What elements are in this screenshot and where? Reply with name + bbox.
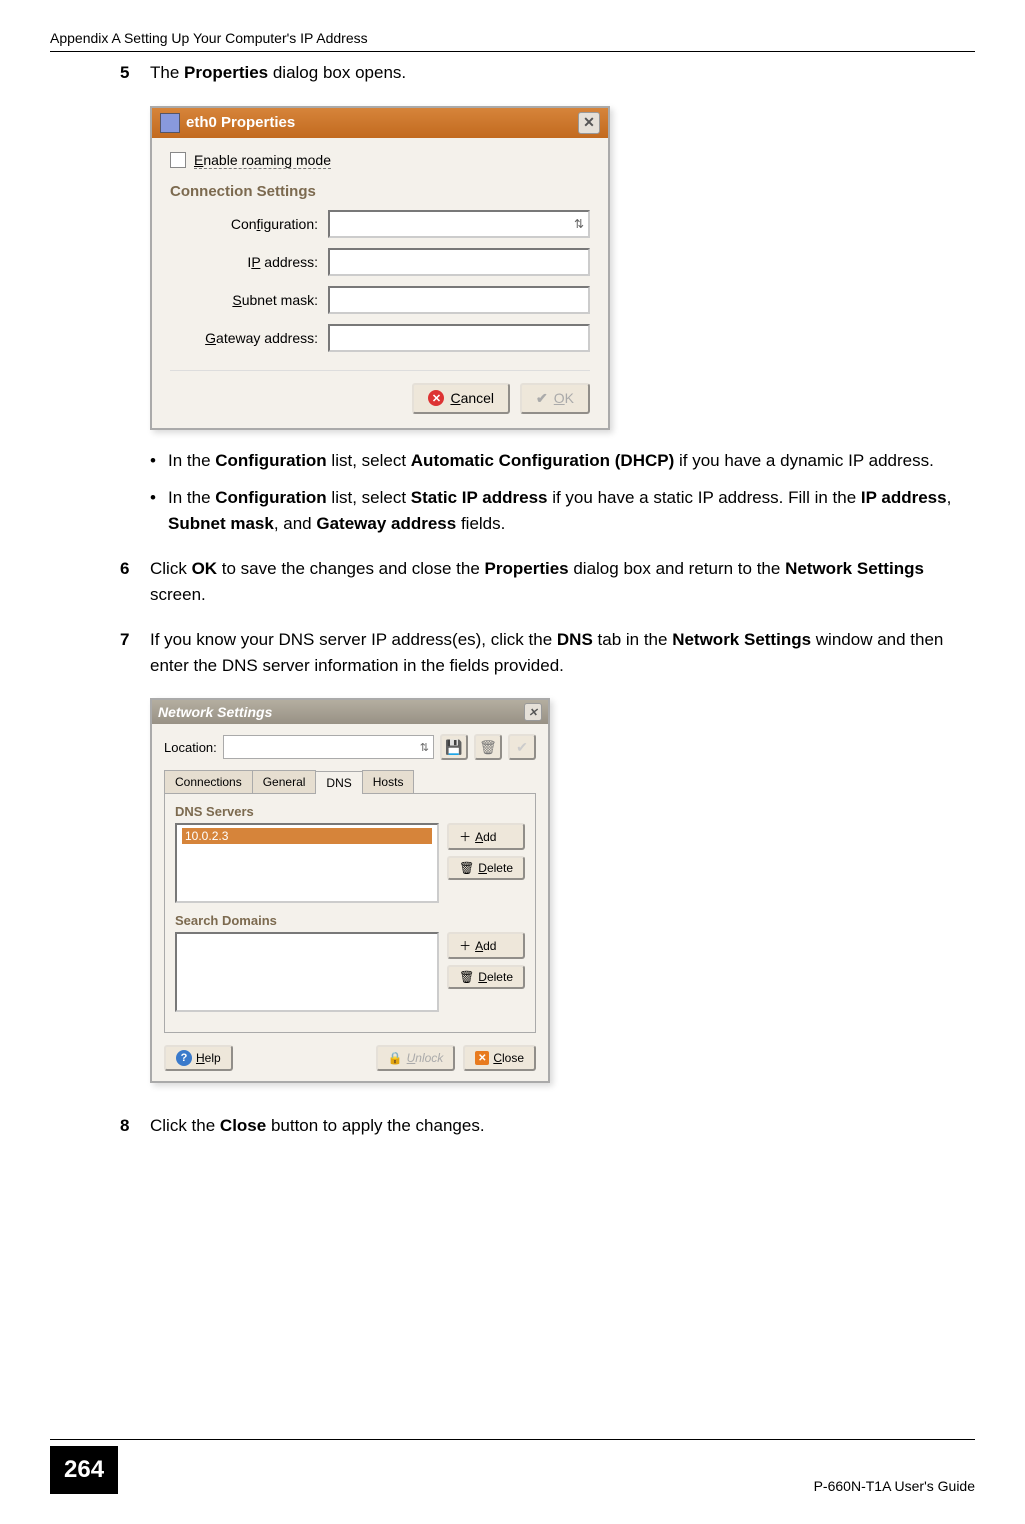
configuration-dropdown[interactable]: ⇅: [328, 210, 590, 238]
location-dropdown[interactable]: ⇅: [223, 735, 434, 759]
configuration-label: Configuration:: [188, 216, 328, 232]
dialog-title: eth0 Properties: [186, 114, 295, 131]
close-icon[interactable]: ✕: [524, 703, 542, 721]
enable-roaming-checkbox[interactable]: [170, 152, 186, 168]
ok-icon: ✔: [536, 390, 548, 407]
close-button[interactable]: ✕Close: [463, 1045, 536, 1071]
step-text: The Properties dialog box opens.: [150, 60, 975, 86]
apply-location-button[interactable]: ✔: [508, 734, 536, 760]
guide-name: P-660N-T1A User's Guide: [814, 1478, 975, 1494]
step-number: 8: [120, 1113, 150, 1139]
gateway-address-label: Gateway address:: [188, 330, 328, 346]
dialog-titlebar: eth0 Properties ✕: [152, 108, 608, 138]
add-dns-button[interactable]: ＋Add: [447, 823, 525, 850]
page-header: Appendix A Setting Up Your Computer's IP…: [50, 30, 975, 52]
screenshot-eth0-properties: eth0 Properties ✕ Enable roaming mode Co…: [150, 106, 975, 430]
step-text: Click OK to save the changes and close t…: [150, 556, 975, 607]
search-domains-heading: Search Domains: [175, 913, 525, 928]
page-content: 5 The Properties dialog box opens. eth0 …: [120, 60, 975, 1159]
step-number: 7: [120, 627, 150, 678]
step-number: 6: [120, 556, 150, 607]
step-number: 5: [120, 60, 150, 86]
save-location-button[interactable]: 💾: [440, 734, 468, 760]
dialog-title: Network Settings: [158, 704, 272, 720]
cancel-icon: ✕: [428, 390, 444, 406]
bullet-text: In the Configuration list, select Automa…: [168, 448, 934, 474]
chevron-updown-icon: ⇅: [420, 741, 429, 754]
search-domains-list[interactable]: [175, 932, 439, 1012]
eth0-dialog: eth0 Properties ✕ Enable roaming mode Co…: [150, 106, 610, 430]
ip-address-field[interactable]: [328, 248, 590, 276]
chevron-updown-icon: ⇅: [574, 217, 584, 231]
location-label: Location:: [164, 740, 217, 755]
tab-general[interactable]: General: [252, 770, 317, 793]
tab-dns[interactable]: DNS: [315, 771, 362, 794]
close-icon: ✕: [475, 1051, 489, 1065]
bullet-marker: •: [150, 485, 168, 536]
dns-entry: 10.0.2.3: [182, 828, 432, 844]
help-icon: ?: [176, 1050, 192, 1066]
add-domain-button[interactable]: ＋Add: [447, 932, 525, 959]
step-6: 6 Click OK to save the changes and close…: [120, 556, 975, 607]
tab-bar: Connections General DNS Hosts: [164, 770, 536, 793]
bullet-item: • In the Configuration list, select Stat…: [150, 485, 975, 536]
lock-icon: 🔒: [388, 1051, 403, 1065]
subnet-mask-label: Subnet mask:: [188, 292, 328, 308]
disk-icon: 💾: [445, 739, 462, 756]
bullet-list: • In the Configuration list, select Auto…: [150, 448, 975, 537]
window-icon: [160, 113, 180, 133]
network-settings-dialog: Network Settings ✕ Location: ⇅ 💾 🗑 ✔ Con…: [150, 698, 550, 1083]
dialog-titlebar: Network Settings ✕: [152, 700, 548, 724]
screenshot-network-settings: Network Settings ✕ Location: ⇅ 💾 🗑 ✔ Con…: [150, 698, 975, 1083]
dns-servers-list[interactable]: 10.0.2.3: [175, 823, 439, 903]
bullet-marker: •: [150, 448, 168, 474]
connection-settings-heading: Connection Settings: [170, 183, 590, 200]
step-5: 5 The Properties dialog box opens.: [120, 60, 975, 86]
ip-address-label: IP address:: [188, 254, 328, 270]
bullet-item: • In the Configuration list, select Auto…: [150, 448, 975, 474]
subnet-mask-field[interactable]: [328, 286, 590, 314]
close-icon[interactable]: ✕: [578, 112, 600, 134]
step-text: Click the Close button to apply the chan…: [150, 1113, 975, 1139]
trash-icon: 🗑: [479, 739, 497, 756]
page-number: 264: [50, 1446, 118, 1494]
delete-dns-button[interactable]: 🗑Delete: [447, 856, 525, 880]
bullet-text: In the Configuration list, select Static…: [168, 485, 975, 536]
help-button[interactable]: ?Help: [164, 1045, 233, 1071]
plus-icon: ＋: [459, 937, 471, 954]
cancel-button[interactable]: ✕ Cancel: [412, 383, 510, 414]
bold: Properties: [184, 63, 268, 82]
text: dialog box opens.: [268, 63, 406, 82]
trash-icon: 🗑: [459, 970, 474, 984]
unlock-button[interactable]: 🔒Unlock: [376, 1045, 456, 1071]
dns-servers-heading: DNS Servers: [175, 804, 525, 819]
tab-hosts[interactable]: Hosts: [362, 770, 415, 793]
step-8: 8 Click the Close button to apply the ch…: [120, 1113, 975, 1139]
delete-location-button[interactable]: 🗑: [474, 734, 502, 760]
step-text: If you know your DNS server IP address(e…: [150, 627, 975, 678]
tab-content-dns: DNS Servers 10.0.2.3 ＋Add 🗑Delete Search…: [164, 793, 536, 1033]
delete-domain-button[interactable]: 🗑Delete: [447, 965, 525, 989]
plus-icon: ＋: [459, 828, 471, 845]
step-7: 7 If you know your DNS server IP address…: [120, 627, 975, 678]
text: The: [150, 63, 184, 82]
tab-connections[interactable]: Connections: [164, 770, 253, 793]
enable-roaming-label: Enable roaming mode: [194, 152, 331, 169]
gateway-address-field[interactable]: [328, 324, 590, 352]
ok-button[interactable]: ✔ OK: [520, 383, 590, 414]
trash-icon: 🗑: [459, 861, 474, 875]
page-footer: 264 P-660N-T1A User's Guide: [50, 1439, 975, 1494]
